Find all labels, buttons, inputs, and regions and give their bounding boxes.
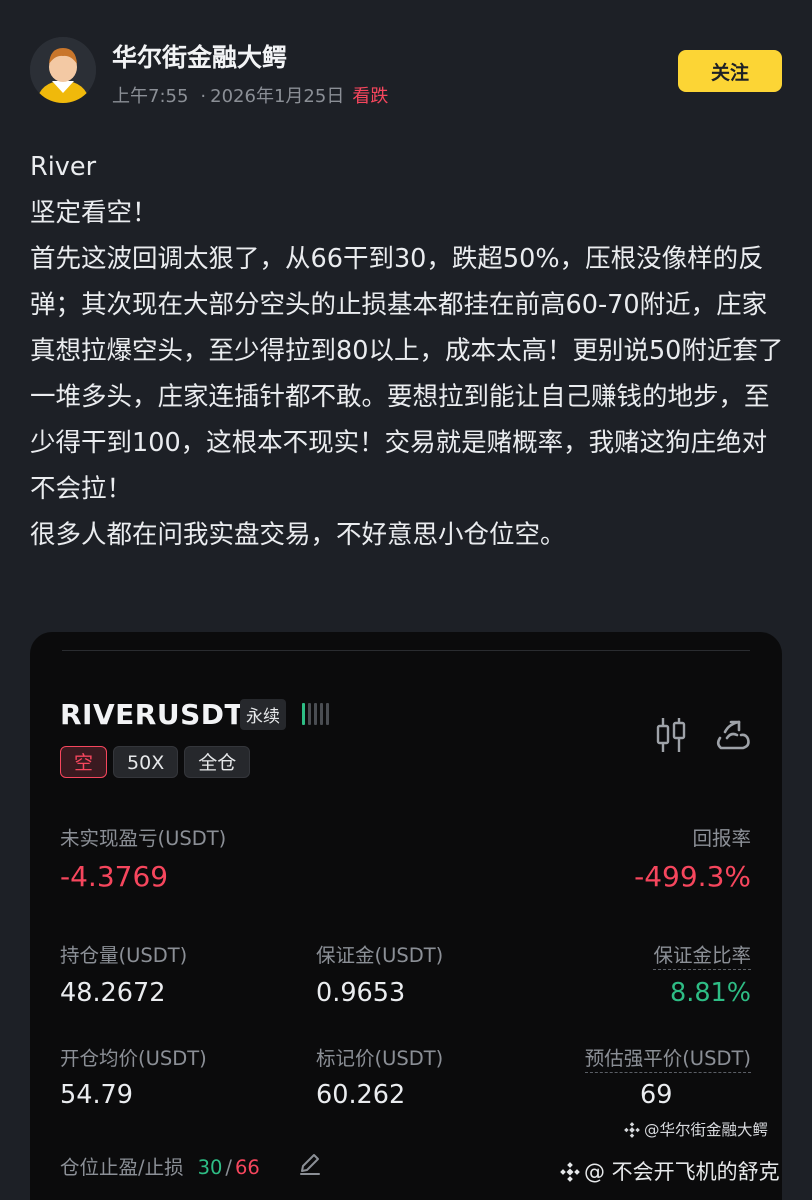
watermark-author: @华尔街金融大鳄 [624,1118,768,1140]
liq-price-label[interactable]: 预估强平价(USDT) [584,1042,751,1073]
watermark-author-text: @华尔街金融大鳄 [644,1121,769,1139]
margin-ratio-label-text: 保证金比率 [653,944,751,970]
stop-loss-value: 66 [234,1156,260,1179]
liq-price-value: 69 [640,1080,673,1110]
watermark-reposter-text: @ 不会开飞机的舒克 [584,1160,780,1184]
binance-logo-icon [624,1122,640,1138]
unrealized-pnl-value: -4.3769 [60,860,169,893]
binance-logo-icon [560,1162,580,1182]
entry-price-value: 54.79 [60,1080,134,1110]
side-badge: 空 [60,746,108,778]
margin-ratio-value: 8.81% [669,978,751,1008]
position-card[interactable]: RIVERUSDT 永续 空 50X 全仓 未实现盈亏(USDT) -4.3769 … [30,632,782,1200]
margin-ratio-label[interactable]: 保证金比率 [653,939,751,970]
risk-bars-icon [302,701,334,725]
unrealized-pnl-label: 未实现盈亏(USDT) [60,827,227,850]
post-header: 华尔街金融大鳄 上午7:55 · 2026年1月25日 看跌 关注 [0,0,812,130]
symbol: RIVERUSDT [60,698,245,731]
follow-button[interactable]: 关注 [678,50,782,92]
position-size-label: 持仓量(USDT) [60,944,188,967]
margin-value: 0.9653 [316,978,406,1008]
entry-price-label: 开仓均价(USDT) [60,1047,207,1070]
post-line: River [30,152,97,182]
tpsl-row: 仓位止盈/止损 30/66 [60,1151,260,1180]
share-icon[interactable] [713,716,753,754]
avatar[interactable] [30,37,96,103]
tpsl-separator: / [225,1156,232,1179]
contract-type-tag: 永续 [240,699,286,730]
post-content: River 坚定看空！ 首先这波回调太狠了，从66干到30，跌超50%，压根没像… [30,144,790,558]
roi-label: 回报率 [692,827,751,850]
tpsl-label: 仓位止盈/止损 [60,1156,184,1179]
post-line: 首先这波回调太狠了，从66干到30，跌超50%，压根没像样的反弹；其次现在大部分… [30,244,784,504]
position-badges: 空 50X 全仓 [60,746,256,778]
post-meta: 上午7:55 · 2026年1月25日 看跌 [112,82,388,108]
mark-price-value: 60.262 [316,1080,406,1110]
post-line: 很多人都在问我实盘交易，不好意思小仓位空。 [30,520,566,550]
post-line: 坚定看空！ [30,198,158,228]
position-size-value: 48.2672 [60,978,166,1008]
watermark-reposter: @ 不会开飞机的舒克 [560,1156,780,1186]
roi-value: -499.3% [634,860,751,893]
edit-icon[interactable] [298,1152,322,1176]
post-time: 上午7:55 [112,86,189,107]
liq-price-label-text: 预估强平价(USDT) [584,1047,751,1073]
margin-mode-badge: 全仓 [184,746,251,778]
take-profit-value: 30 [197,1156,223,1179]
candlestick-icon[interactable] [654,716,688,754]
card-divider [62,650,750,651]
mark-price-label: 标记价(USDT) [316,1047,444,1070]
sentiment-tag: 看跌 [352,86,389,107]
margin-label: 保证金(USDT) [316,944,444,967]
post-date: 2026年1月25日 [210,86,345,107]
meta-separator: · [200,86,207,107]
author-name[interactable]: 华尔街金融大鳄 [112,38,287,74]
leverage-badge: 50X [113,746,179,778]
